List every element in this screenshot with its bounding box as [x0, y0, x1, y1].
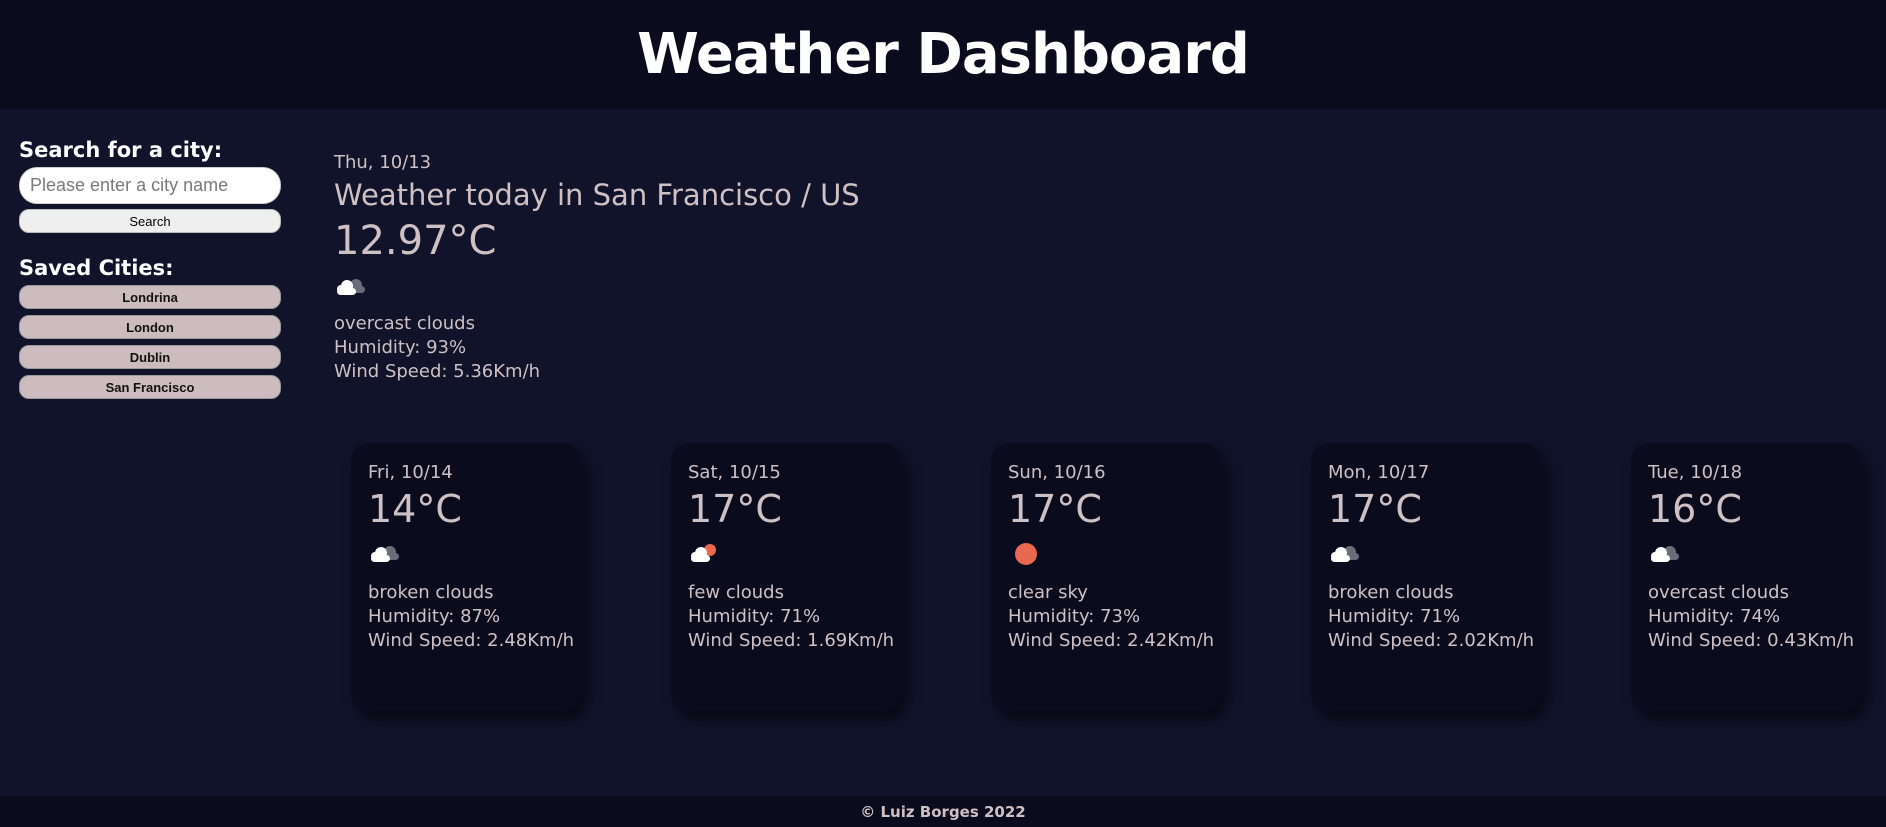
forecast-description: few clouds — [688, 582, 784, 603]
forecast-card: Fri, 10/14 14°C broken clouds Humidity: … — [351, 443, 581, 711]
saved-city-londrina-button[interactable]: Londrina — [19, 285, 281, 309]
forecast-wind-speed: Wind Speed: 2.48Km/h — [368, 630, 575, 651]
copyright-text: © Luiz Borges 2022 — [860, 802, 1026, 821]
broken-clouds-icon — [1328, 541, 1541, 571]
current-wind-speed: Wind Speed: 5.36Km/h — [334, 361, 541, 382]
forecast-temperature: 17°C — [688, 487, 782, 531]
sidebar: Search for a city: Search Saved Cities: … — [19, 138, 281, 405]
saved-city-london-button[interactable]: London — [19, 315, 281, 339]
forecast-humidity: Humidity: 71% — [688, 606, 821, 627]
search-button[interactable]: Search — [19, 209, 281, 233]
current-weather: Thu, 10/13 Weather today in San Francisc… — [334, 152, 860, 384]
few-clouds-icon — [688, 541, 901, 571]
forecast-date: Sun, 10/16 — [1008, 462, 1106, 483]
current-title: Weather today in San Francisco / US — [334, 178, 860, 212]
overcast-clouds-icon — [334, 274, 860, 304]
forecast-card: Tue, 10/18 16°C overcast clouds Humidity… — [1631, 443, 1861, 711]
page-footer: © Luiz Borges 2022 — [0, 796, 1886, 827]
forecast-temperature: 14°C — [368, 487, 462, 531]
current-humidity: Humidity: 93% — [334, 337, 467, 358]
forecast-date: Fri, 10/14 — [368, 462, 453, 483]
forecast-humidity: Humidity: 87% — [368, 606, 501, 627]
current-description: overcast clouds — [334, 313, 475, 334]
forecast-humidity: Humidity: 73% — [1008, 606, 1141, 627]
search-title: Search for a city: — [19, 138, 223, 162]
page-title: Weather Dashboard — [637, 22, 1250, 87]
clear-sky-icon — [1008, 541, 1221, 571]
current-temperature: 12.97°C — [334, 218, 497, 264]
forecast-description: broken clouds — [1328, 582, 1454, 603]
saved-cities-title: Saved Cities: — [19, 256, 174, 280]
saved-city-dublin-button[interactable]: Dublin — [19, 345, 281, 369]
forecast-description: broken clouds — [368, 582, 494, 603]
forecast-wind-speed: Wind Speed: 2.42Km/h — [1008, 630, 1215, 651]
current-date: Thu, 10/13 — [334, 152, 432, 173]
forecast-description: overcast clouds — [1648, 582, 1789, 603]
forecast-date: Sat, 10/15 — [688, 462, 781, 483]
forecast-card: Sun, 10/16 17°C clear sky Humidity: 73% … — [991, 443, 1221, 711]
broken-clouds-icon — [368, 541, 581, 571]
page-header: Weather Dashboard — [0, 0, 1886, 109]
forecast-date: Mon, 10/17 — [1328, 462, 1430, 483]
forecast-date: Tue, 10/18 — [1648, 462, 1743, 483]
forecast-temperature: 17°C — [1328, 487, 1422, 531]
forecast-wind-speed: Wind Speed: 2.02Km/h — [1328, 630, 1535, 651]
forecast-humidity: Humidity: 74% — [1648, 606, 1781, 627]
overcast-clouds-icon — [1648, 541, 1861, 571]
saved-city-san-francisco-button[interactable]: San Francisco — [19, 375, 281, 399]
forecast-description: clear sky — [1008, 582, 1088, 603]
forecast-humidity: Humidity: 71% — [1328, 606, 1461, 627]
forecast-wind-speed: Wind Speed: 1.69Km/h — [688, 630, 895, 651]
forecast-wind-speed: Wind Speed: 0.43Km/h — [1648, 630, 1855, 651]
forecast-card: Sat, 10/15 17°C few clouds Humidity: 71%… — [671, 443, 901, 711]
forecast-card: Mon, 10/17 17°C broken clouds Humidity: … — [1311, 443, 1541, 711]
city-search-input[interactable] — [19, 167, 281, 204]
forecast-temperature: 17°C — [1008, 487, 1102, 531]
forecast-temperature: 16°C — [1648, 487, 1742, 531]
